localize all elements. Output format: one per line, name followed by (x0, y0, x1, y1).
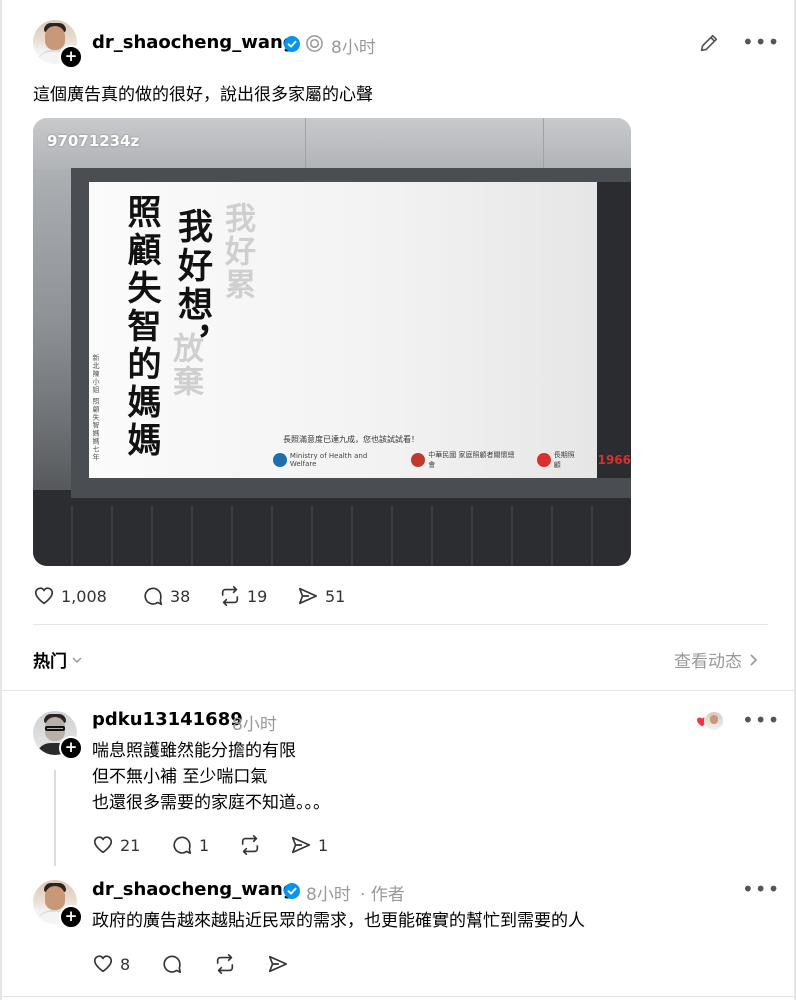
like-count: 1,008 (61, 586, 107, 606)
comment-line-1: 喘息照護雖然能分擔的有限 (92, 741, 296, 761)
comment-repost-button[interactable] (239, 834, 261, 856)
comment-icon (144, 587, 163, 606)
full-divider (0, 690, 796, 691)
comment-like-count: 21 (120, 835, 141, 855)
chevron-down-icon (72, 656, 82, 663)
repost-icon (216, 954, 234, 974)
section-divider (33, 624, 768, 625)
send-icon (298, 587, 318, 605)
share-count: 51 (325, 586, 346, 606)
liked-by-author-badge (696, 710, 724, 732)
reply-repost-button[interactable] (214, 953, 236, 975)
billboard-logo-2: 中華民國 家庭照顧者關懷總會 (428, 451, 515, 469)
more-options-icon[interactable]: ••• (742, 30, 780, 54)
post-time: 8小时 (331, 38, 376, 58)
heart-icon (93, 836, 113, 854)
reply-like-count: 8 (120, 954, 131, 974)
billboard-headline: 照顧失智的媽媽 (121, 194, 161, 460)
billboard-faded-text-1: 我好累 (219, 202, 255, 301)
billboard-logo-3: 長期照顧 (553, 451, 575, 469)
chevron-right-icon (750, 653, 758, 666)
comment-share-button[interactable]: 1 (290, 834, 328, 856)
sort-dropdown[interactable]: 热门 (33, 647, 83, 672)
heart-icon (34, 587, 54, 605)
reply-button[interactable]: 38 (142, 585, 190, 607)
repost-icon (221, 586, 239, 606)
post-username[interactable]: dr_shaocheng_wang (92, 32, 296, 53)
repost-icon (241, 835, 259, 855)
billboard-slogan: 長照滿意度已達九成，您也該試試看！ (283, 435, 419, 444)
sort-label: 热门 (33, 652, 67, 672)
page-left-border (0, 0, 2, 1000)
reply-comment-button[interactable] (161, 953, 183, 975)
more-options-icon[interactable]: ••• (742, 877, 780, 901)
billboard-caption: 新北陳小姐 照顧失智媽媽七年 (92, 354, 100, 462)
share-button[interactable]: 51 (297, 585, 345, 607)
follow-plus-icon[interactable]: + (59, 45, 83, 69)
send-icon (291, 836, 311, 854)
more-options-icon[interactable]: ••• (742, 708, 780, 732)
comment-icon (163, 955, 182, 974)
comment-line-3: 也還很多需要的家庭不知道。。。 (92, 793, 330, 813)
like-button[interactable]: 1,008 (33, 585, 107, 607)
verified-badge-icon (284, 36, 300, 52)
billboard-main-text: 我好想， (172, 208, 213, 364)
billboard-logo-1: Ministry of Health and Welfare (289, 452, 368, 468)
follow-plus-icon[interactable]: + (59, 736, 83, 760)
comment-reply-button[interactable]: 1 (171, 834, 209, 856)
follow-plus-icon[interactable]: + (59, 905, 83, 929)
reply-share-button[interactable] (267, 953, 289, 975)
billboard-logos: Ministry of Health and Welfare 中華民國 家庭照顧… (273, 450, 631, 470)
reply-username[interactable]: dr_shaocheng_wang (92, 879, 296, 900)
heart-icon (93, 955, 113, 973)
comment-line-2: 但不無小補 至少喘口氣 (92, 767, 268, 787)
author-tag: · 作者 (360, 885, 405, 905)
billboard-logo-4: 1966 (597, 453, 631, 467)
thread-line (54, 770, 56, 866)
view-activity-label: 查看动态 (674, 652, 742, 672)
view-activity-link[interactable]: 查看动态 (674, 647, 758, 672)
repost-count: 19 (247, 586, 268, 606)
comment-share-count: 1 (318, 835, 329, 855)
reply-text: 政府的廣告越來越貼近民眾的需求，也更能確實的幫忙到需要的人 (92, 911, 585, 931)
image-watermark: 97071234z (47, 132, 140, 150)
comment-like-button[interactable]: 21 (92, 834, 140, 856)
bottom-divider (0, 996, 796, 997)
comment-reply-count: 1 (199, 835, 210, 855)
send-icon (268, 955, 288, 973)
threads-indicator-icon (306, 35, 323, 52)
reply-count: 38 (170, 586, 191, 606)
comment-icon (173, 836, 192, 855)
edit-pencil-icon[interactable] (698, 32, 720, 54)
reply-time: 8小时 (306, 885, 351, 905)
post-text: 這個廣告真的做的很好，說出很多家屬的心聲 (33, 85, 373, 105)
post-image[interactable]: 我好累 放棄 我好想， 照顧失智的媽媽 新北陳小姐 照顧失智媽媽七年 長照滿意度… (33, 118, 631, 566)
reply-like-button[interactable]: 8 (92, 953, 130, 975)
comment-username[interactable]: pdku13141689 (92, 709, 243, 730)
repost-button[interactable]: 19 (219, 585, 267, 607)
comment-time: 8小时 (232, 715, 277, 735)
verified-badge-icon (284, 883, 300, 899)
